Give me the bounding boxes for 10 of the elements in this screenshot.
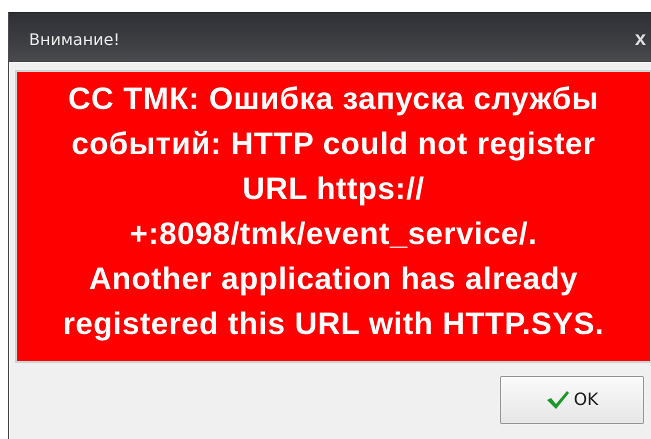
checkmark-icon [546, 390, 570, 410]
error-message-line: +:8098/tmk/event_service/. [130, 215, 538, 253]
error-message-line: registered this URL with HTTP.SYS. [62, 305, 604, 343]
close-button[interactable]: x [630, 28, 650, 50]
error-message-line: СС ТМК: Ошибка запуска службы [68, 80, 599, 118]
error-message-line: событий: HTTP could not register [71, 125, 596, 163]
error-message-line: Another application has already [89, 260, 578, 298]
ok-button[interactable]: OK [500, 376, 644, 424]
window-title: Внимание! [29, 30, 120, 48]
error-message-line: URL https:// [242, 170, 425, 208]
